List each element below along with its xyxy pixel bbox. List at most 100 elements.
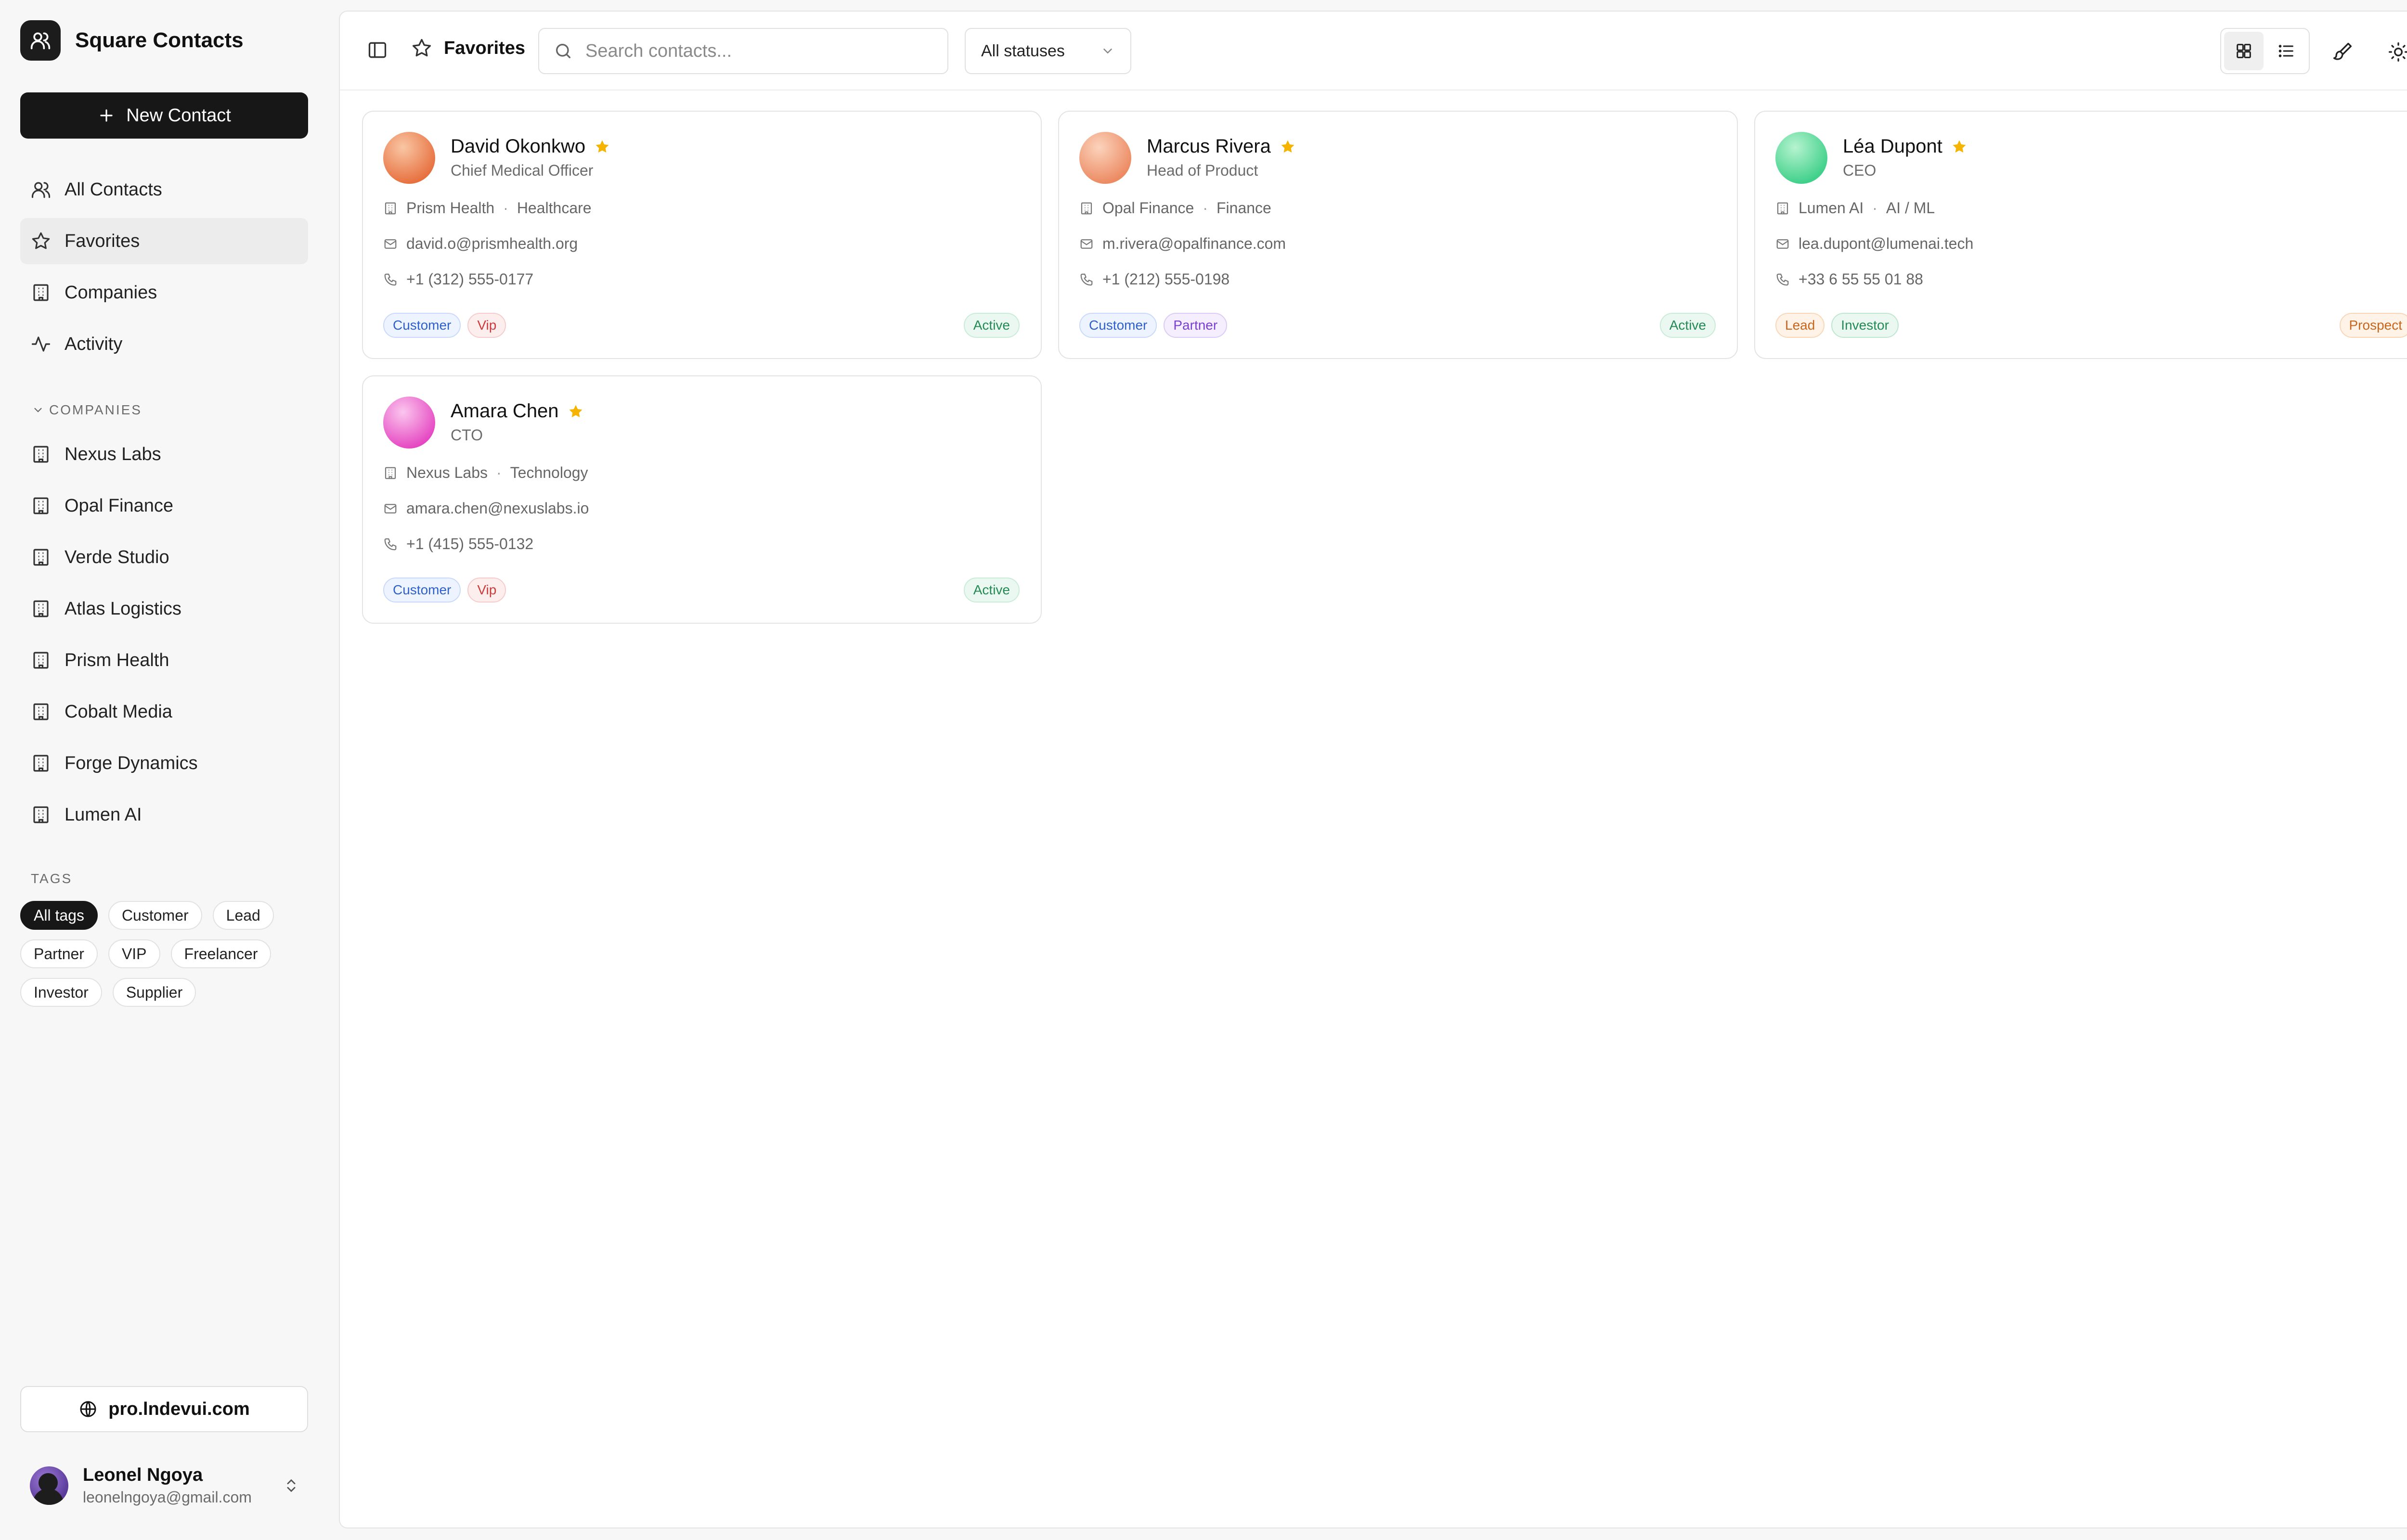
mail-icon [383,237,398,251]
view-mode-toggle [2220,28,2310,74]
contact-phone[interactable]: +1 (212) 555-0198 [1102,270,1229,288]
company-label: Lumen AI [65,804,142,825]
main-nav: All Contacts Favorites Companies Activit… [20,167,308,372]
company-label: Prism Health [65,650,169,670]
company-item-prism-health[interactable]: Prism Health [20,637,308,683]
tag-filter-supplier[interactable]: Supplier [112,978,196,1007]
plus-icon [97,106,116,125]
contact-card[interactable]: Amara Chen CTO Nexus Labs · Technology a… [362,375,1042,624]
nav-item-favorites[interactable]: Favorites [20,218,308,264]
contact-phone-line: +33 6 55 55 01 88 [1775,270,1923,288]
chevrons-up-down-icon [283,1477,299,1494]
tag-filter-investor[interactable]: Investor [20,978,102,1007]
nav-label: All Contacts [65,179,162,200]
companies-section-label: COMPANIES [49,402,142,417]
companies-section-toggle[interactable]: COMPANIES [32,402,142,418]
star-filled-icon[interactable] [1280,139,1296,155]
company-item-cobalt-media[interactable]: Cobalt Media [20,689,308,735]
company-item-atlas-logistics[interactable]: Atlas Logistics [20,586,308,632]
building-icon [383,466,398,480]
contact-phone[interactable]: +33 6 55 55 01 88 [1799,270,1923,288]
contact-card[interactable]: Marcus Rivera Head of Product Opal Finan… [1058,111,1738,359]
contact-email[interactable]: lea.dupont@lumenai.tech [1799,235,1973,253]
contact-phone-line: +1 (212) 555-0198 [1079,270,1229,288]
status-badge: Active [963,313,1020,338]
contact-phone[interactable]: +1 (312) 555-0177 [406,270,533,288]
contact-company: Prism Health [406,199,495,217]
building-icon [31,599,51,619]
company-item-forge-dynamics[interactable]: Forge Dynamics [20,740,308,786]
sun-icon[interactable] [2388,41,2407,63]
contact-card[interactable]: Léa Dupont CEO Lumen AI · AI / ML lea.du… [1754,111,2407,359]
site-link-label: pro.lndevui.com [108,1399,250,1419]
grid-icon [2234,41,2253,61]
status-filter-select[interactable]: All statuses [965,28,1131,74]
contact-email[interactable]: m.rivera@opalfinance.com [1102,235,1286,253]
contact-email-line: lea.dupont@lumenai.tech [1775,235,1973,253]
star-filled-icon[interactable] [568,403,584,420]
building-icon [31,547,51,567]
activity-icon [31,334,51,354]
nav-item-activity[interactable]: Activity [20,321,308,367]
nav-item-companies[interactable]: Companies [20,270,308,316]
site-link-button[interactable]: pro.lndevui.com [20,1386,308,1432]
tag-filter-freelancer[interactable]: Freelancer [170,939,272,968]
contact-phone[interactable]: +1 (415) 555-0132 [406,535,533,553]
contact-email[interactable]: david.o@prismhealth.org [406,235,578,253]
nav-item-all-contacts[interactable]: All Contacts [20,167,308,213]
brand[interactable]: Square Contacts [20,20,244,61]
contact-email[interactable]: amara.chen@nexuslabs.io [406,500,589,517]
company-item-nexus-labs[interactable]: Nexus Labs [20,431,308,477]
company-item-opal-finance[interactable]: Opal Finance [20,483,308,529]
tag-filter-partner[interactable]: Partner [20,939,98,968]
star-filled-icon[interactable] [594,139,610,155]
nav-label: Companies [65,282,157,303]
users-icon [31,180,51,200]
sidebar-toggle-icon[interactable] [367,39,388,61]
status-badge: Prospect [2339,313,2407,338]
company-label: Forge Dynamics [65,753,198,773]
tag-filter-vip[interactable]: VIP [108,939,160,968]
user-name: Leonel Ngoya [83,1465,203,1485]
tag-chip: Partner [1164,313,1228,338]
tag-chip: Customer [383,313,461,338]
company-item-verde-studio[interactable]: Verde Studio [20,534,308,580]
contact-role: Head of Product [1147,162,1258,179]
list-view-button[interactable] [2266,32,2306,70]
building-icon [31,650,51,670]
nav-label: Activity [65,334,123,354]
mail-icon [383,501,398,516]
contact-name: Léa Dupont [1843,136,1942,157]
contact-industry: Healthcare [517,199,592,217]
company-label: Verde Studio [65,547,169,567]
tag-filter-customer[interactable]: Customer [108,901,202,930]
company-label: Atlas Logistics [65,598,181,619]
phone-icon [383,272,398,287]
building-icon [1775,201,1790,216]
building-icon [1079,201,1094,216]
tag-filter-lead[interactable]: Lead [212,901,274,930]
grid-view-button[interactable] [2224,32,2264,70]
status-filter-value: All statuses [981,41,1065,60]
contact-card[interactable]: David Okonkwo Chief Medical Officer Pris… [362,111,1042,359]
contact-company-line: Nexus Labs · Technology [383,464,588,482]
paintbrush-icon[interactable] [2332,41,2353,63]
company-item-lumen-ai[interactable]: Lumen AI [20,792,308,838]
app-logo-icon [20,20,61,61]
contact-company-line: Opal Finance · Finance [1079,199,1271,217]
contact-phone-line: +1 (415) 555-0132 [383,535,533,553]
search-input[interactable] [584,40,923,62]
contact-name: Amara Chen [451,400,559,422]
avatar [1775,132,1827,184]
new-contact-button[interactable]: New Contact [20,92,308,139]
mail-icon [1775,237,1790,251]
building-icon [31,496,51,516]
contact-company-line: Prism Health · Healthcare [383,199,592,217]
separator-dot: · [503,199,508,217]
sidebar: Square Contacts New Contact All Contacts… [0,0,337,1540]
star-filled-icon[interactable] [1951,139,1967,155]
search-box[interactable] [538,28,948,74]
company-label: Nexus Labs [65,444,161,464]
tag-filter-all[interactable]: All tags [20,901,98,930]
user-menu[interactable]: Leonel Ngoya leonelngoya@gmail.com [30,1465,299,1506]
